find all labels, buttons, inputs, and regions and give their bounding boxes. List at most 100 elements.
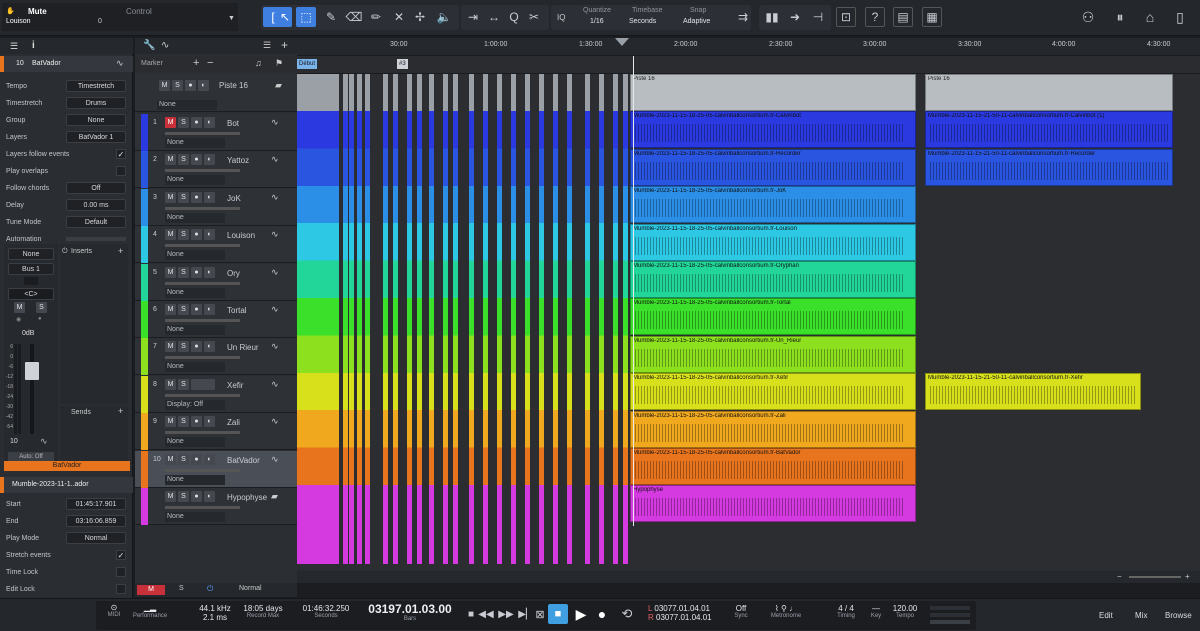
track-name[interactable]: JoK <box>227 194 241 203</box>
mode-select[interactable]: Normal <box>239 585 262 592</box>
track-monitor-button[interactable]: ◐ <box>204 491 215 502</box>
track-mute-button[interactable]: M <box>165 266 176 278</box>
track-row[interactable]: 2 M S ● ◐ Yattoz ∿ None <box>135 151 297 189</box>
performance-monitor[interactable]: ▁▂ Performance <box>128 603 172 619</box>
track-row[interactable]: 1 M S ● ◐ Bot ∿ None <box>135 114 297 151</box>
track-volume-slider[interactable] <box>165 319 240 322</box>
track-monitor-button[interactable]: ◐ <box>204 416 215 428</box>
scissors-icon[interactable]: ✂ <box>524 7 544 27</box>
audio-clip[interactable]: Mumble-2023-11-15-18-25-05-calvinballcon… <box>630 223 916 261</box>
short-clip[interactable] <box>343 74 348 564</box>
inspector-checkbox[interactable]: ✓ <box>116 149 126 159</box>
track-monitor-button[interactable]: ◐ <box>204 191 215 203</box>
track-volume-slider[interactable] <box>165 506 240 509</box>
track-mute-button[interactable]: M <box>165 416 176 428</box>
track-record-button[interactable]: ● <box>191 229 202 241</box>
flag-icon[interactable]: ⚑ <box>275 58 283 69</box>
track-record-button[interactable]: ● <box>191 416 202 428</box>
browse-button[interactable]: Browse <box>1165 611 1192 620</box>
track-record-button[interactable]: ● <box>191 453 202 465</box>
track-mute-button[interactable]: M <box>165 491 176 502</box>
event-field[interactable]: 03:16:06.859 <box>66 515 126 527</box>
folder-solo-button[interactable]: S <box>172 80 183 91</box>
short-clip[interactable] <box>407 74 412 564</box>
folder-mute-button[interactable]: M <box>159 80 170 91</box>
audio-clip[interactable]: Hypophyse <box>630 485 916 523</box>
track-input-select[interactable]: None <box>165 212 225 223</box>
track-input-select[interactable]: None <box>165 437 225 448</box>
track-input-select[interactable]: None <box>165 287 225 298</box>
track-record-button[interactable]: ● <box>191 154 202 166</box>
record-button[interactable]: ● <box>592 604 612 624</box>
track-row[interactable]: 5 M S ● ◐ Ory ∿ None <box>135 263 297 301</box>
track-solo-button[interactable]: S <box>178 341 189 353</box>
strip-mute-button[interactable]: M <box>14 302 25 313</box>
stop-button[interactable]: ■ <box>548 604 568 624</box>
track-solo-button[interactable]: S <box>178 229 189 241</box>
volume-fader[interactable] <box>25 362 39 380</box>
track-mute-button[interactable]: M <box>165 341 176 353</box>
track-row[interactable]: 8 M S Xefir ∿ Display: Off <box>135 375 297 413</box>
global-mute-button[interactable]: M <box>137 585 165 595</box>
track-record-button[interactable]: ● <box>191 266 202 278</box>
track-solo-button[interactable]: S <box>178 378 189 390</box>
event-checkbox[interactable] <box>116 567 126 577</box>
track-solo-button[interactable]: S <box>178 491 189 502</box>
eraser-icon[interactable]: ⌫ <box>344 7 364 27</box>
note-icon[interactable]: ♫ <box>255 58 262 68</box>
track-monitor-button[interactable]: ◐ <box>204 453 215 465</box>
bend-tool-icon[interactable]: ✢ <box>410 7 430 27</box>
track-input-select[interactable]: Display: Off <box>165 399 225 410</box>
short-clip[interactable] <box>357 74 362 564</box>
input-select[interactable]: None <box>8 248 54 260</box>
automation-icon[interactable]: ∿ <box>161 40 169 51</box>
track-name[interactable]: Ory <box>227 269 240 278</box>
track-input-select[interactable]: None <box>165 362 225 373</box>
inspector-dropdown[interactable]: Drums <box>66 97 126 109</box>
iq-button[interactable]: IQ <box>557 13 565 22</box>
track-record-button[interactable] <box>191 378 215 390</box>
track-mute-button[interactable]: M <box>165 117 176 128</box>
split-tool-icon[interactable]: ✎ <box>321 7 341 27</box>
zoom-icon[interactable]: Q <box>504 7 524 27</box>
add-track-icon[interactable]: + <box>281 38 288 52</box>
track-monitor-button[interactable]: ◐ <box>204 229 215 241</box>
loop-icon[interactable]: ▮▮ <box>762 7 782 27</box>
menu-icon[interactable]: ☰ <box>10 41 18 52</box>
play-button[interactable]: ▶ <box>571 604 591 624</box>
track-mute-button[interactable]: M <box>165 229 176 241</box>
help-icon[interactable]: ? <box>865 7 885 27</box>
inspector-dropdown[interactable]: 0.00 ms <box>66 199 126 211</box>
snap-toggle-icon[interactable]: ⇉ <box>733 7 753 27</box>
metronome[interactable]: ⌇ ⚲ ♩ Metronome <box>756 604 816 619</box>
global-listen-icon[interactable]: ⏻ <box>207 584 213 594</box>
short-clip[interactable] <box>497 74 502 564</box>
track-row[interactable]: 10 M S ● ◐ BatVador ∿ None <box>135 450 297 488</box>
key[interactable]: — Key <box>866 604 886 619</box>
midi-monitor[interactable]: ⊙ MIDI <box>104 603 124 618</box>
track-row[interactable]: 3 M S ● ◐ JoK ∿ None <box>135 188 297 226</box>
short-clip[interactable] <box>327 74 339 564</box>
timebase-value[interactable]: Seconds <box>629 18 656 25</box>
track-volume-slider[interactable] <box>165 132 240 135</box>
track-monitor-button[interactable]: ◐ <box>204 117 215 128</box>
short-clip[interactable] <box>393 74 398 564</box>
audio-clip[interactable]: Mumble-2023-11-15-18-25-05-calvinballcon… <box>630 298 916 336</box>
short-clip[interactable] <box>383 74 388 564</box>
track-volume-slider[interactable] <box>165 393 240 397</box>
folder-monitor-button[interactable]: ◐ <box>198 80 209 91</box>
short-clip[interactable] <box>417 74 422 564</box>
mute-tool-icon[interactable]: ✕ <box>389 7 409 27</box>
track-name[interactable]: Yattoz <box>227 156 249 165</box>
short-clip[interactable] <box>365 74 370 564</box>
output-select[interactable]: Bus 1 <box>8 263 54 275</box>
track-volume-slider[interactable] <box>165 169 240 173</box>
marker-start[interactable]: Début <box>297 59 318 69</box>
inspector-dropdown[interactable]: None <box>66 114 126 126</box>
short-clip[interactable] <box>305 74 317 564</box>
short-clip[interactable] <box>429 74 434 564</box>
track-input-select[interactable]: None <box>165 325 225 335</box>
audio-clip[interactable]: Mumble-2023-11-15-18-25-05-calvinballcon… <box>630 148 916 186</box>
track-row[interactable]: M S ● ◐ Hypophyse ▰ None <box>135 488 297 525</box>
audio-clip[interactable]: Mumble-2023-11-15-18-25-05-calvinballcon… <box>630 111 916 149</box>
